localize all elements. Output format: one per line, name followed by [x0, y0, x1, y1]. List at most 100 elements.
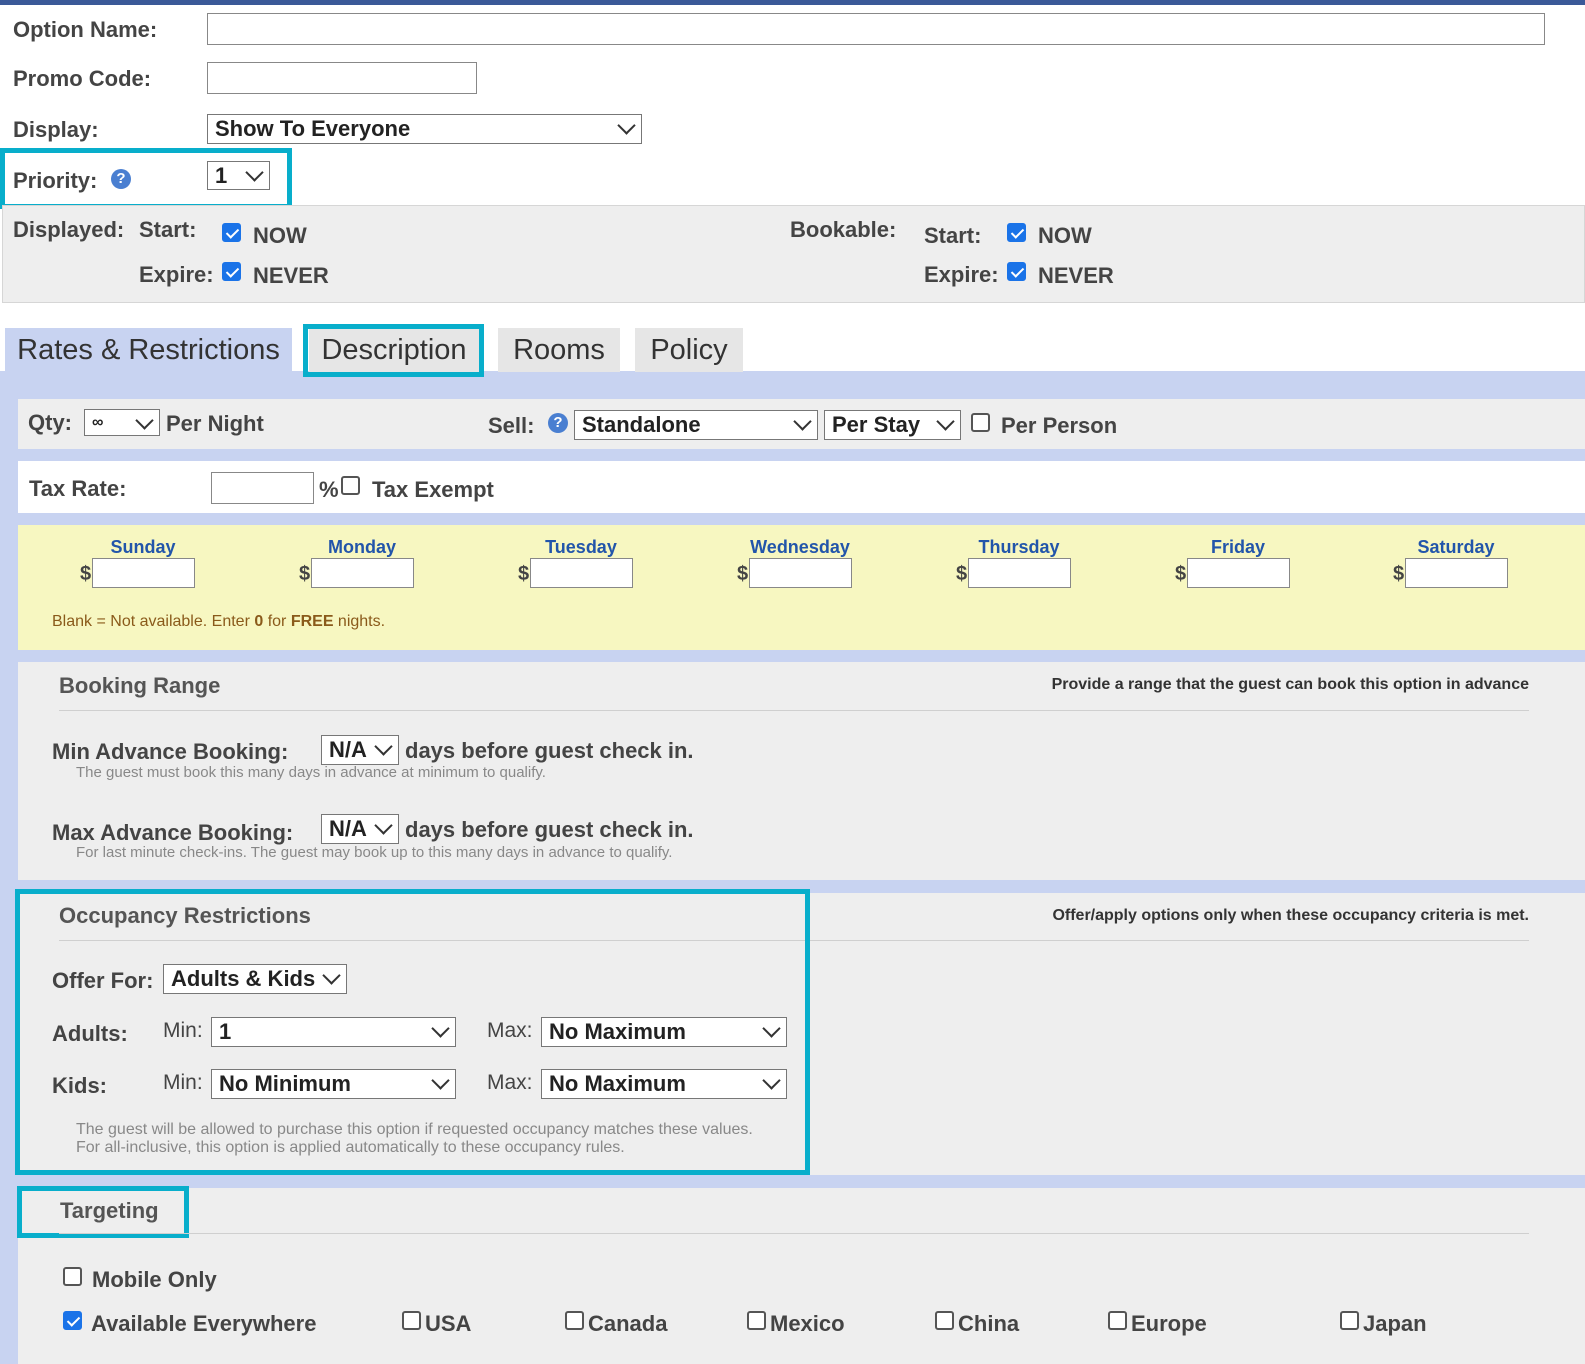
currency-symbol: $	[1393, 563, 1405, 585]
rate-input-friday[interactable]	[1187, 558, 1290, 588]
sell-type-value: Standalone	[582, 412, 701, 437]
currency-symbol: $	[299, 563, 311, 585]
promo-code-input[interactable]	[207, 62, 477, 94]
chevron-down-icon	[374, 737, 393, 756]
currency-symbol: $	[956, 563, 968, 585]
top-accent-bar	[0, 0, 1585, 5]
currency-symbol: $	[518, 563, 530, 585]
rates-note-prefix: Blank = Not available. Enter	[52, 613, 255, 630]
region-label-japan: Japan	[1363, 1311, 1427, 1336]
qty-select[interactable]: ∞	[84, 409, 160, 436]
display-select[interactable]: Show To Everyone	[207, 114, 642, 144]
day-label-friday: Friday	[1210, 537, 1266, 557]
divider	[59, 1233, 1529, 1234]
max-advance-value: N/A	[329, 816, 367, 841]
region-label-china: China	[958, 1311, 1020, 1336]
tax-rate-input[interactable]	[211, 472, 314, 504]
help-icon[interactable]: ?	[548, 413, 568, 433]
region-checkbox-europe[interactable]	[1108, 1311, 1127, 1330]
rates-note-free: FREE	[290, 613, 334, 630]
max-advance-select[interactable]: N/A	[321, 814, 399, 844]
sell-label: Sell:	[488, 413, 535, 438]
bookable-label: Bookable:	[790, 217, 897, 242]
targeting-highlight-box	[17, 1186, 189, 1238]
per-stay-select[interactable]: Per Stay	[824, 410, 961, 440]
min-advance-label: Min Advance Booking:	[52, 739, 289, 764]
rate-input-saturday[interactable]	[1405, 558, 1508, 588]
tab-rates-restrictions[interactable]: Rates & Restrictions	[5, 328, 292, 372]
bookable-now-checkbox[interactable]	[1007, 223, 1026, 242]
region-label-mexico: Mexico	[770, 1311, 845, 1336]
rates-note-suffix: nights.	[333, 613, 386, 630]
display-label: Display:	[13, 117, 99, 142]
available-everywhere-checkbox[interactable]	[63, 1311, 82, 1330]
max-advance-help: For last minute check-ins. The guest may…	[76, 844, 673, 861]
bookable-expire-label: Expire:	[924, 262, 999, 287]
promo-code-label: Promo Code:	[13, 66, 152, 91]
rate-input-tuesday[interactable]	[530, 558, 633, 588]
divider	[59, 710, 1529, 711]
sell-type-select[interactable]: Standalone	[574, 410, 818, 440]
day-label-thursday: Thursday	[978, 537, 1060, 557]
tax-rate-label: Tax Rate:	[29, 476, 127, 501]
rate-input-wednesday[interactable]	[749, 558, 852, 588]
per-stay-value: Per Stay	[832, 412, 921, 437]
chevron-down-icon	[374, 816, 393, 835]
rate-input-monday[interactable]	[311, 558, 414, 588]
qty-label: Qty:	[28, 410, 72, 435]
min-advance-select[interactable]: N/A	[321, 735, 399, 765]
day-label-saturday: Saturday	[1417, 537, 1495, 557]
currency-symbol: $	[737, 563, 749, 585]
displayed-now-label: NOW	[253, 223, 307, 248]
rate-input-sunday[interactable]	[92, 558, 195, 588]
description-highlight-box	[303, 324, 484, 377]
rate-input-thursday[interactable]	[968, 558, 1071, 588]
booking-range-title: Booking Range	[59, 673, 221, 698]
displayed-expire-label: Expire:	[139, 262, 214, 287]
displayed-label: Displayed:	[13, 217, 125, 242]
day-label-monday: Monday	[327, 537, 396, 557]
max-advance-label: Max Advance Booking:	[52, 820, 294, 845]
bookable-never-checkbox[interactable]	[1007, 262, 1026, 281]
chevron-down-icon	[617, 116, 636, 135]
qty-select-value: ∞	[92, 414, 104, 431]
option-name-input[interactable]	[207, 13, 1545, 45]
rates-note-zero: 0	[254, 613, 264, 630]
currency-symbol: $	[80, 563, 92, 585]
bookable-never-label: NEVER	[1038, 263, 1114, 288]
per-person-checkbox[interactable]	[971, 413, 990, 432]
day-label-sunday: Sunday	[110, 537, 176, 557]
min-advance-suffix: days before guest check in.	[405, 738, 694, 763]
max-advance-suffix: days before guest check in.	[405, 817, 694, 842]
booking-range-note: Provide a range that the guest can book …	[1051, 676, 1529, 693]
priority-highlight-box	[0, 148, 292, 209]
chevron-down-icon	[135, 411, 154, 430]
available-everywhere-label: Available Everywhere	[91, 1311, 317, 1336]
tab-policy[interactable]: Policy	[635, 328, 743, 372]
option-name-label: Option Name:	[13, 17, 158, 42]
region-checkbox-mexico[interactable]	[747, 1311, 766, 1330]
min-advance-help: The guest must book this many days in ad…	[76, 764, 546, 781]
tab-rooms[interactable]: Rooms	[498, 328, 620, 372]
tax-exempt-checkbox[interactable]	[341, 476, 360, 495]
displayed-now-checkbox[interactable]	[222, 223, 241, 242]
bookable-start-label: Start:	[924, 223, 982, 248]
region-checkbox-japan[interactable]	[1340, 1311, 1359, 1330]
displayed-never-checkbox[interactable]	[222, 262, 241, 281]
chevron-down-icon	[936, 412, 955, 431]
region-checkbox-canada[interactable]	[565, 1311, 584, 1330]
mobile-only-checkbox[interactable]	[63, 1267, 82, 1286]
region-checkbox-usa[interactable]	[402, 1311, 421, 1330]
display-select-value: Show To Everyone	[215, 116, 411, 141]
region-label-europe: Europe	[1131, 1311, 1207, 1336]
rates-note: Blank = Not available. Enter 0 for FREE …	[52, 613, 385, 631]
per-person-label: Per Person	[1001, 413, 1118, 438]
region-checkbox-china[interactable]	[935, 1311, 954, 1330]
per-night-label: Per Night	[166, 411, 264, 436]
displayed-never-label: NEVER	[253, 263, 329, 288]
percent-sign: %	[319, 477, 339, 502]
bookable-now-label: NOW	[1038, 223, 1092, 248]
rates-note-mid: for	[263, 613, 291, 630]
day-label-tuesday: Tuesday	[545, 537, 617, 557]
region-label-canada: Canada	[588, 1311, 668, 1336]
